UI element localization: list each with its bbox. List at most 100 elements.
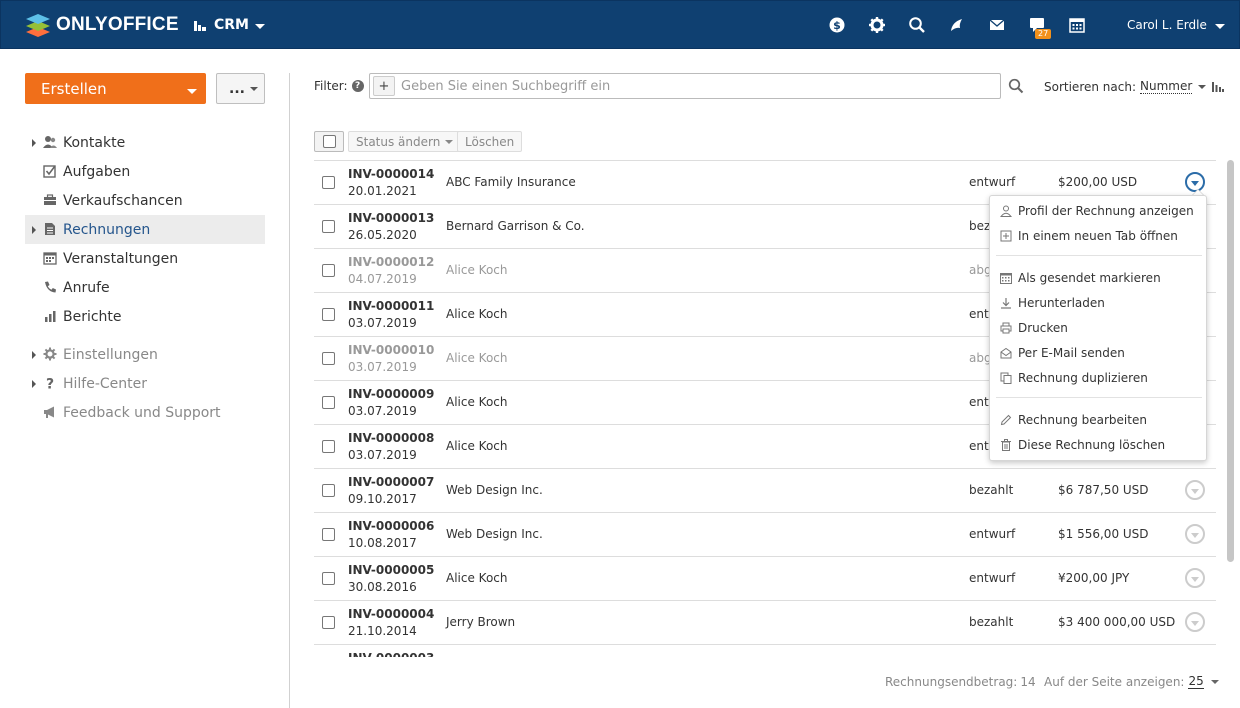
invoice-number[interactable]: INV-0000010: [348, 343, 434, 357]
row-checkbox[interactable]: [322, 220, 335, 233]
menu-item-print[interactable]: Drucken: [990, 317, 1206, 339]
invoice-client[interactable]: Web Design Inc.: [446, 483, 543, 497]
menu-item-edit[interactable]: Rechnung bearbeiten: [990, 409, 1206, 431]
scrollbar[interactable]: [1227, 160, 1234, 562]
row-checkbox[interactable]: [322, 616, 335, 629]
payments-icon[interactable]: $: [828, 16, 846, 34]
invoice-client[interactable]: Alice Koch: [446, 395, 508, 409]
invoice-client[interactable]: ABC Family Insurance: [446, 175, 576, 189]
onlyoffice-logo[interactable]: ONLYOFFICE: [25, 12, 179, 38]
filter-box[interactable]: +: [369, 73, 1001, 99]
table-row[interactable]: INV-0000007 09.10.2017 Web Design Inc. beza…: [314, 469, 1216, 513]
sidebar-item-contacts[interactable]: Kontakte: [25, 128, 265, 157]
row-checkbox[interactable]: [322, 528, 335, 541]
more-actions-button[interactable]: ...: [216, 73, 265, 104]
menu-item-open-new-tab[interactable]: In einem neuen Tab öffnen: [990, 225, 1206, 247]
chat-badge: 27: [1035, 29, 1052, 39]
table-row[interactable]: INV-0000004 21.10.2014 Jerry Brown bezahlt $…: [314, 601, 1216, 645]
menu-item-view-profile[interactable]: Profil der Rechnung anzeigen: [990, 200, 1206, 222]
invoice-number[interactable]: INV-0000014: [348, 167, 434, 181]
user-menu[interactable]: Carol L. Erdle: [1127, 18, 1225, 32]
invoice-client[interactable]: Alice Koch: [446, 351, 508, 365]
sidebar-item-help-center[interactable]: ? Hilfe-Center: [25, 369, 265, 398]
invoice-number[interactable]: INV-0000005: [348, 563, 434, 577]
create-button[interactable]: Erstellen: [25, 73, 206, 104]
expand-arrow-icon[interactable]: [32, 350, 36, 359]
row-checkbox[interactable]: [322, 440, 335, 453]
menu-item-mark-sent[interactable]: Als gesendet markieren: [990, 267, 1206, 289]
invoice-client[interactable]: Jerry Brown: [446, 615, 515, 629]
help-icon[interactable]: ?: [351, 80, 364, 92]
row-checkbox[interactable]: [322, 308, 335, 321]
invoice-number[interactable]: INV-0000003: [348, 651, 434, 657]
table-row[interactable]: INV-0000005 30.08.2016 Alice Koch entwurf ¥2…: [314, 557, 1216, 601]
row-menu-button[interactable]: [1185, 612, 1205, 632]
select-all-checkbox[interactable]: [314, 131, 344, 152]
expand-arrow-icon[interactable]: [32, 225, 36, 234]
row-checkbox[interactable]: [322, 352, 335, 365]
row-checkbox[interactable]: [322, 396, 335, 409]
invoice-client[interactable]: Alice Koch: [446, 263, 508, 277]
sidebar-item-settings[interactable]: Einstellungen: [25, 340, 265, 369]
sidebar-item-invoices[interactable]: Rechnungen: [25, 215, 265, 244]
invoice-number[interactable]: INV-0000004: [348, 607, 434, 621]
table-row[interactable]: INV-0000003: [314, 645, 1216, 657]
invoice-number[interactable]: INV-0000011: [348, 299, 434, 313]
profile-icon: [1000, 205, 1012, 217]
add-filter-button[interactable]: +: [373, 76, 395, 96]
sidebar-item-tasks[interactable]: Aufgaben: [25, 157, 265, 186]
search-input[interactable]: [401, 78, 981, 94]
invoice-number[interactable]: INV-0000007: [348, 475, 434, 489]
mail-icon[interactable]: [988, 16, 1006, 34]
table-row[interactable]: INV-0000006 10.08.2017 Web Design Inc. entw…: [314, 513, 1216, 557]
invoice-number[interactable]: INV-0000012: [348, 255, 434, 269]
sidebar-item-reports[interactable]: Berichte: [25, 302, 265, 331]
calendar-icon[interactable]: [1068, 16, 1086, 34]
menu-item-delete[interactable]: Diese Rechnung löschen: [990, 434, 1206, 456]
menu-item-label: Rechnung duplizieren: [1018, 371, 1148, 385]
menu-item-duplicate[interactable]: Rechnung duplizieren: [990, 367, 1206, 389]
invoice-client[interactable]: Bernard Garrison & Co.: [446, 219, 585, 233]
row-checkbox[interactable]: [322, 572, 335, 585]
invoice-number[interactable]: INV-0000008: [348, 431, 434, 445]
menu-item-download[interactable]: Herunterladen: [990, 292, 1206, 314]
sort-order-icon[interactable]: [1212, 81, 1225, 93]
menu-item-send-email[interactable]: Per E-Mail senden: [990, 342, 1206, 364]
invoice-client[interactable]: Alice Koch: [446, 439, 508, 453]
invoice-status: bezahlt: [969, 615, 1014, 629]
row-menu-button[interactable]: [1185, 524, 1205, 544]
expand-arrow-icon[interactable]: [32, 138, 36, 147]
search-icon[interactable]: [908, 16, 926, 34]
row-menu-button[interactable]: [1185, 480, 1205, 500]
invoice-client[interactable]: Web Design Inc.: [446, 527, 543, 541]
events-icon: [43, 252, 57, 265]
chevron-down-icon[interactable]: [1198, 84, 1207, 89]
sidebar-item-events[interactable]: Veranstaltungen: [25, 244, 265, 273]
search-icon[interactable]: [1008, 78, 1024, 94]
row-menu-button[interactable]: [1185, 568, 1205, 588]
sort-value[interactable]: Nummer: [1140, 79, 1193, 94]
invoice-number[interactable]: INV-0000013: [348, 211, 434, 225]
sort-control[interactable]: Sortieren nach: Nummer: [1044, 79, 1225, 94]
expand-arrow-icon[interactable]: [32, 379, 36, 388]
row-checkbox[interactable]: [322, 264, 335, 277]
invoice-client[interactable]: Alice Koch: [446, 307, 508, 321]
page-size-control[interactable]: Auf der Seite anzeigen: 25: [1044, 675, 1219, 689]
module-switcher[interactable]: CRM: [193, 17, 265, 33]
perpage-value[interactable]: 25: [1188, 675, 1204, 689]
row-checkbox[interactable]: [322, 484, 335, 497]
change-status-button[interactable]: Status ändern: [348, 131, 462, 152]
invoice-number[interactable]: INV-0000009: [348, 387, 434, 401]
row-checkbox[interactable]: [322, 176, 335, 189]
gear-icon[interactable]: [868, 16, 886, 34]
delete-button[interactable]: Löschen: [457, 131, 523, 152]
invoice-client[interactable]: Alice Koch: [446, 571, 508, 585]
sidebar-item-feedback[interactable]: Feedback und Support: [25, 398, 265, 427]
top-navigation-bar: ONLYOFFICE CRM $ 27 Carol L. Erdle: [0, 0, 1240, 49]
sidebar-item-opportunities[interactable]: Verkaufschancen: [25, 186, 265, 215]
invoice-number[interactable]: INV-0000006: [348, 519, 434, 533]
sidebar-item-calls[interactable]: Anrufe: [25, 273, 265, 302]
checkbox[interactable]: [322, 135, 336, 148]
chevron-down-icon[interactable]: [1210, 680, 1219, 684]
feed-icon[interactable]: [948, 16, 966, 34]
